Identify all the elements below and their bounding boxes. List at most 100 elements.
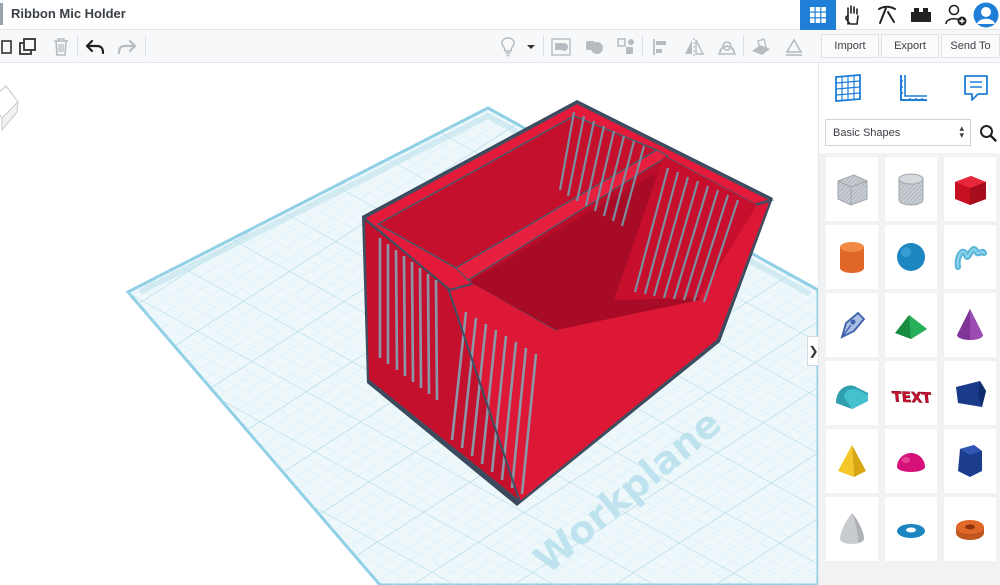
add-user-icon	[945, 4, 967, 26]
group-button[interactable]	[550, 36, 572, 58]
toolbar-separator	[77, 35, 78, 57]
duplicate-button[interactable]	[17, 36, 39, 58]
dropdown-button[interactable]	[522, 36, 540, 58]
copy-icon	[1, 40, 12, 54]
design-title[interactable]: Ribbon Mic Holder	[11, 6, 126, 21]
half-sphere-icon	[897, 453, 925, 472]
shape-cone[interactable]	[944, 293, 996, 357]
workplane-icon	[752, 38, 770, 55]
tube-icon	[956, 520, 984, 540]
shape-pyramid[interactable]	[826, 429, 878, 493]
import-button[interactable]: Import	[821, 34, 879, 58]
svg-text:TEXT: TEXT	[891, 389, 932, 406]
shape-box-hole[interactable]	[826, 157, 878, 221]
redo-icon	[117, 39, 137, 55]
select-arrows-icon: ▴ ▾	[959, 123, 964, 140]
3d-design-view-button[interactable]	[800, 0, 836, 30]
shape-roof[interactable]	[885, 293, 937, 357]
toolbar-separator	[743, 35, 744, 57]
ungroup-icon	[586, 41, 603, 54]
file-actions: Import Export Send To	[818, 30, 1000, 63]
shape-generator[interactable]	[826, 293, 878, 357]
toolbar-separator	[642, 35, 643, 57]
duplicate-icon	[19, 38, 36, 55]
shape-cylinder[interactable]	[826, 225, 878, 289]
shape-torus[interactable]	[885, 497, 937, 561]
delete-icon	[54, 38, 68, 56]
title-separator	[0, 3, 3, 25]
ungroup-button[interactable]	[583, 36, 605, 58]
pickaxe-icon	[878, 5, 896, 24]
title-bar: Ribbon Mic Holder	[0, 0, 1000, 30]
pen-nib-icon	[840, 311, 866, 339]
dropdown-icon	[527, 45, 535, 49]
panel-header: Basic Shapes ▴ ▾	[819, 63, 1000, 149]
shape-library-grid: TEXT	[819, 153, 1000, 585]
cone-icon	[957, 309, 983, 340]
shapes-panel: Basic Shapes ▴ ▾ TEXT	[818, 63, 1000, 585]
delete-button[interactable]	[50, 36, 72, 58]
undo-button[interactable]	[84, 36, 106, 58]
align-objects-button[interactable]	[650, 36, 672, 58]
ruler-tab[interactable]	[898, 73, 928, 103]
workplane-button[interactable]	[750, 36, 772, 58]
shape-box[interactable]	[944, 157, 996, 221]
blocks-view-button[interactable]	[836, 0, 870, 30]
copy-button[interactable]	[0, 36, 16, 58]
light-bulb-button[interactable]	[497, 36, 519, 58]
shape-paraboloid[interactable]	[826, 497, 878, 561]
shape-category-select[interactable]: Basic Shapes ▴ ▾	[825, 119, 971, 146]
3d-viewport[interactable]: Workplane	[0, 63, 818, 585]
align-icon	[617, 38, 634, 54]
shape-search-button[interactable]	[974, 119, 1000, 146]
shape-sphere[interactable]	[885, 225, 937, 289]
shape-scribble[interactable]	[944, 225, 996, 289]
roof-icon	[895, 315, 927, 339]
view-cube[interactable]	[0, 85, 19, 132]
mirror-button[interactable]	[716, 36, 738, 58]
ruler-tool-icon	[900, 75, 927, 101]
profile-button[interactable]	[972, 0, 1000, 30]
light-bulb-icon	[501, 37, 515, 57]
notes-tab[interactable]	[961, 73, 991, 103]
invite-user-button[interactable]	[940, 0, 972, 30]
workplane-grid-icon	[835, 74, 861, 102]
shape-half-sphere[interactable]	[885, 429, 937, 493]
polygon-icon	[958, 445, 982, 477]
workplane-tab[interactable]	[833, 73, 863, 103]
torus-icon	[897, 524, 925, 538]
align-objects-icon	[653, 39, 666, 55]
export-button[interactable]: Export	[881, 34, 939, 58]
grid-icon	[810, 7, 826, 23]
round-roof-icon	[836, 385, 868, 409]
shape-text[interactable]: TEXT	[885, 361, 937, 425]
brick-icon	[911, 8, 931, 22]
shape-cylinder-hole[interactable]	[885, 157, 937, 221]
toolbar-separator	[145, 35, 146, 57]
send-to-button[interactable]: Send To	[941, 34, 1000, 58]
redo-button[interactable]	[116, 36, 138, 58]
cylinder-hole-icon	[898, 173, 924, 206]
box-icon	[955, 176, 986, 205]
shape-polygon[interactable]	[944, 429, 996, 493]
notes-icon	[964, 75, 988, 101]
paraboloid-icon	[840, 513, 864, 544]
bricks-view-button[interactable]	[870, 0, 904, 30]
ruler-button[interactable]	[783, 36, 805, 58]
ruler-icon	[785, 38, 803, 56]
align-button[interactable]	[615, 36, 637, 58]
shape-round-roof[interactable]	[826, 361, 878, 425]
avatar-icon	[973, 2, 999, 28]
scene-canvas[interactable]: Workplane	[0, 63, 818, 585]
box-hole-icon	[837, 174, 868, 206]
lego-view-button[interactable]	[904, 0, 938, 30]
pyramid-icon	[838, 445, 866, 477]
shape-wedge[interactable]	[944, 361, 996, 425]
flip-button[interactable]	[683, 36, 705, 58]
scribble-icon	[954, 246, 987, 270]
shape-tube[interactable]	[944, 497, 996, 561]
shape-category-label: Basic Shapes	[833, 126, 901, 139]
sphere-icon	[897, 243, 925, 271]
edit-toolbar	[0, 30, 818, 63]
toolbar-separator	[543, 35, 544, 57]
